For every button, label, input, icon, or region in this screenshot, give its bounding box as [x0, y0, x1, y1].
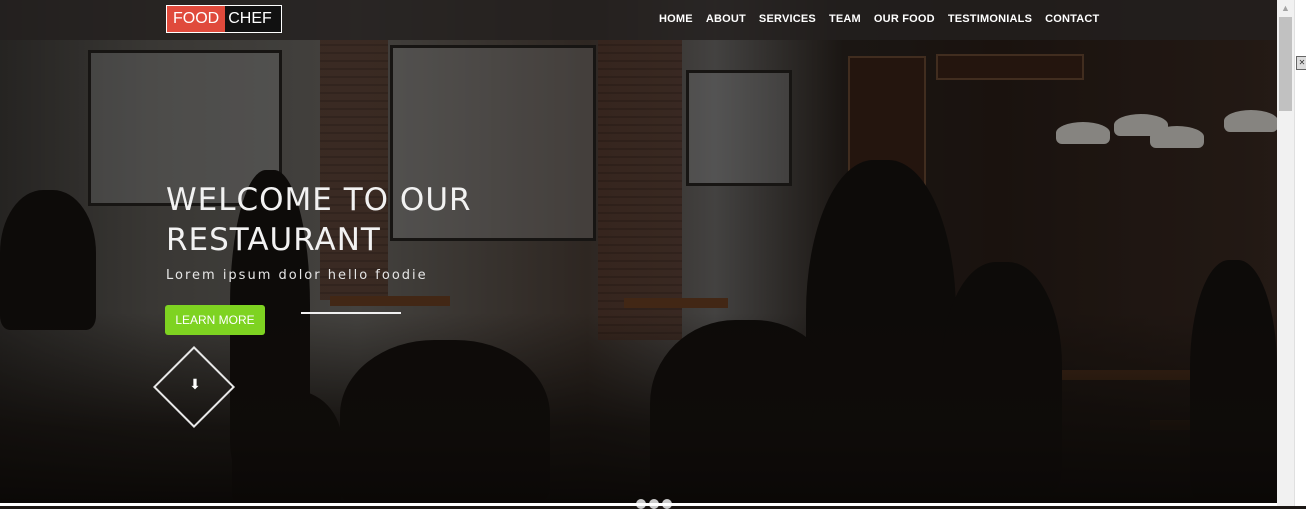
hero-tagline: Lorem ipsum dolor hello foodie [166, 268, 428, 283]
nav-testimonials[interactable]: TESTIMONIALS [948, 13, 1032, 25]
logo[interactable]: FOOD CHEF [166, 5, 282, 33]
scroll-up-arrow-icon[interactable]: ▲ [1277, 0, 1294, 17]
arrow-down-icon[interactable]: ⬇ [187, 374, 203, 394]
hero-title-line1: WELCOME TO OUR [166, 182, 472, 218]
nav-team[interactable]: TEAM [829, 13, 861, 25]
nav-about[interactable]: ABOUT [706, 13, 746, 25]
learn-more-button[interactable]: LEARN MORE [165, 305, 265, 335]
scrollbar-thumb[interactable] [1279, 17, 1292, 111]
hero-title-line2: RESTAURANT [166, 222, 381, 258]
logo-chef-text: CHEF [225, 6, 281, 32]
vertical-scrollbar[interactable]: ▲ [1277, 0, 1294, 506]
main-nav: HOME ABOUT SERVICES TEAM OUR FOOD TESTIM… [659, 13, 1112, 25]
hero-title: WELCOME TO OUR RESTAURANT [166, 180, 566, 260]
nav-services[interactable]: SERVICES [759, 13, 816, 25]
nav-contact[interactable]: CONTACT [1045, 13, 1099, 25]
nav-our-food[interactable]: OUR FOOD [874, 13, 935, 25]
logo-food-text: FOOD [167, 6, 226, 32]
top-navbar: FOOD CHEF HOME ABOUT SERVICES TEAM OUR F… [0, 0, 1277, 40]
decorative-divider [301, 312, 401, 314]
expand-icon[interactable]: ✕ [1296, 56, 1306, 70]
side-panel-edge [1294, 0, 1306, 506]
nav-home[interactable]: HOME [659, 13, 693, 25]
